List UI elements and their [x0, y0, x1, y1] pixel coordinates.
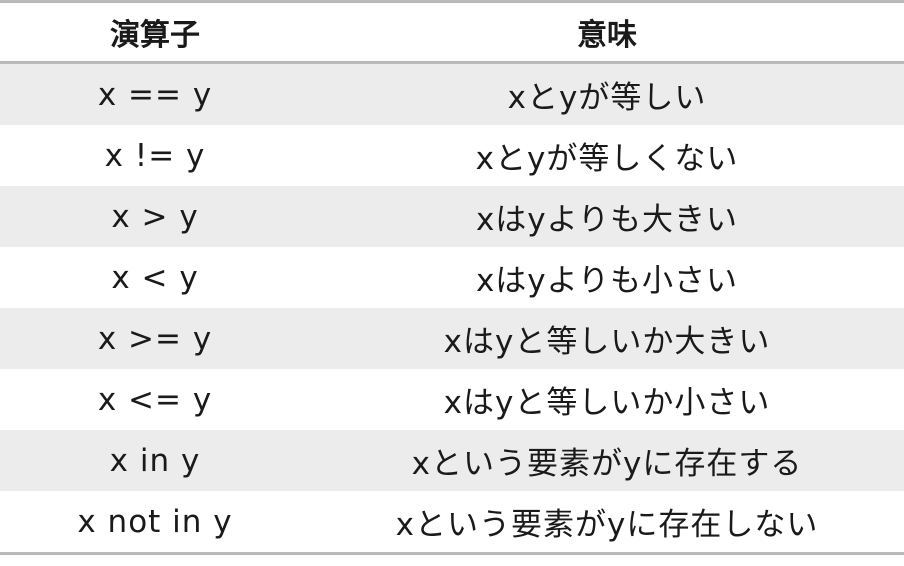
header-meaning: 意味 [577, 18, 637, 53]
operator-cell: x <= y [0, 369, 310, 430]
operator-cell: x != y [0, 125, 310, 186]
table-row: x >= y xはyと等しいか大きい [0, 308, 904, 369]
meaning-cell: xという要素がyに存在する [310, 430, 904, 491]
table-row: x == y xとyが等しい [0, 62, 904, 125]
table-row: x in y xという要素がyに存在する [0, 430, 904, 491]
table-row: x > y xはyよりも大きい [0, 186, 904, 247]
operator-table-container: 演算子 意味 x == y xとyが等しい x != y xとyが等しくない x… [0, 0, 904, 555]
meaning-cell: xという要素がyに存在しない [310, 491, 904, 554]
table-row: x not in y xという要素がyに存在しない [0, 491, 904, 554]
operator-cell: x == y [0, 62, 310, 125]
header-operator: 演算子 [110, 18, 200, 53]
table-body: x == y xとyが等しい x != y xとyが等しくない x > y xは… [0, 62, 904, 554]
operator-cell: x > y [0, 186, 310, 247]
table-header: 演算子 意味 [0, 1, 904, 63]
operator-cell: x in y [0, 430, 310, 491]
table-row: x != y xとyが等しくない [0, 125, 904, 186]
meaning-cell: xとyが等しくない [310, 125, 904, 186]
operator-cell: x >= y [0, 308, 310, 369]
table-row: x <= y xはyと等しいか小さい [0, 369, 904, 430]
meaning-cell: xはyと等しいか小さい [310, 369, 904, 430]
meaning-cell: xとyが等しい [310, 62, 904, 125]
header-row: 演算子 意味 [0, 1, 904, 63]
operator-cell: x < y [0, 247, 310, 308]
meaning-cell: xはyよりも小さい [310, 247, 904, 308]
meaning-cell: xはyよりも大きい [310, 186, 904, 247]
comparison-operator-table: 演算子 意味 x == y xとyが等しい x != y xとyが等しくない x… [0, 0, 904, 555]
meaning-cell: xはyと等しいか大きい [310, 308, 904, 369]
table-row: x < y xはyよりも小さい [0, 247, 904, 308]
operator-cell: x not in y [0, 491, 310, 554]
